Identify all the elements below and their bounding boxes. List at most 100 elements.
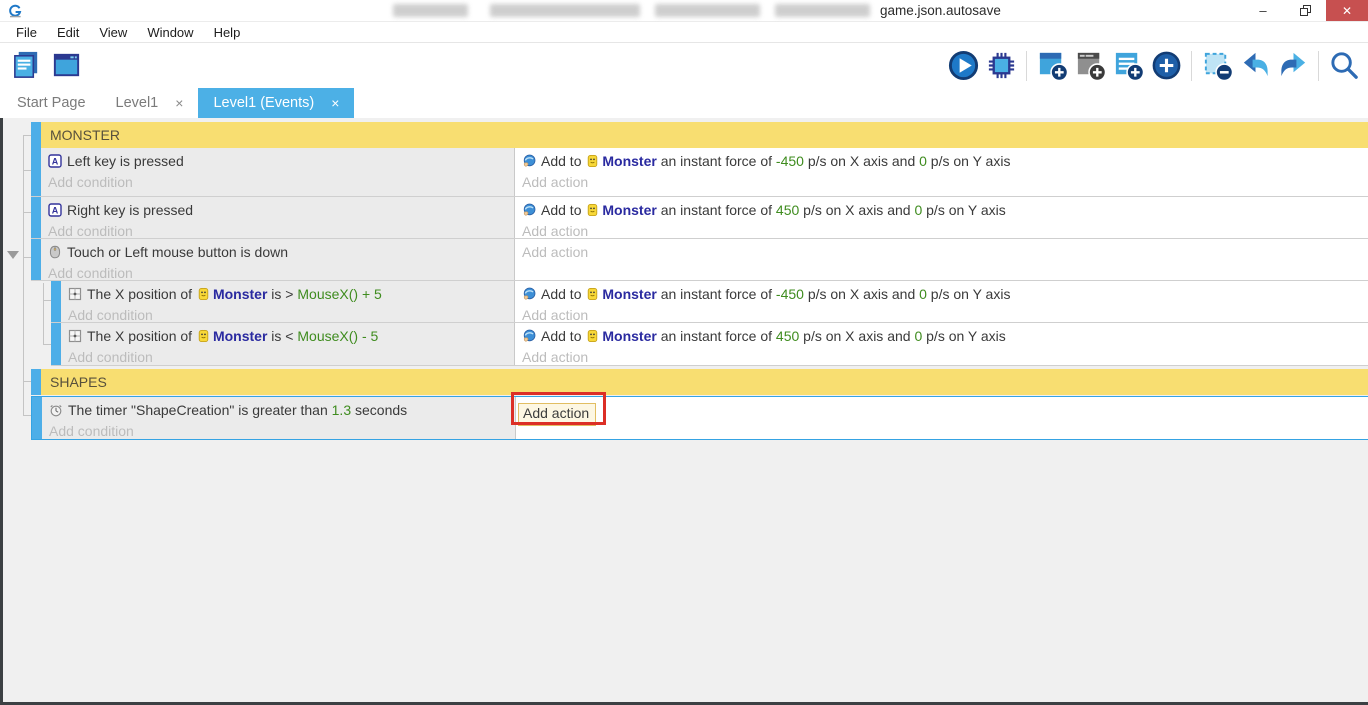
text-segment: p/s on X axis and xyxy=(803,286,920,302)
conditions-cell: The X position of Monster is < MouseX() … xyxy=(61,323,515,365)
event-row[interactable]: The X position of Monster is < MouseX() … xyxy=(51,323,1368,366)
add-condition-link[interactable]: Add condition xyxy=(42,421,515,441)
text-segment: Right key is pressed xyxy=(67,202,194,218)
tree-line xyxy=(23,135,24,415)
tree-line xyxy=(23,135,31,136)
add-condition-link[interactable]: Add condition xyxy=(41,263,514,283)
tab-close-icon[interactable]: × xyxy=(331,95,339,111)
force-icon xyxy=(522,287,536,301)
close-button[interactable]: ✕ xyxy=(1326,0,1368,21)
add-action-link[interactable]: Add action xyxy=(515,347,1368,367)
text-segment: an instant force of xyxy=(656,286,776,302)
text-segment: p/s on Y axis xyxy=(926,153,1011,169)
conditions-cell: The timer "ShapeCreation" is greater tha… xyxy=(42,397,516,439)
action-text[interactable]: Add to Monster an instant force of 450 p… xyxy=(515,326,1368,347)
condition-text[interactable]: The timer "ShapeCreation" is greater tha… xyxy=(42,400,515,421)
add-condition-link[interactable]: Add condition xyxy=(41,172,514,192)
event-row[interactable]: The timer "ShapeCreation" is greater tha… xyxy=(31,396,1368,440)
menu-item-file[interactable]: File xyxy=(6,22,47,43)
title-bar: game.json.autosave – ✕ xyxy=(0,0,1368,22)
group-label: MONSTER xyxy=(41,122,1368,148)
text-segment: Add to xyxy=(541,153,586,169)
add-action-link-highlighted[interactable]: Add action xyxy=(518,403,597,426)
tab-label: Start Page xyxy=(17,95,86,111)
add-condition-link[interactable]: Add condition xyxy=(61,305,514,325)
timer-icon xyxy=(49,403,63,417)
toolbar-separator xyxy=(1318,50,1319,81)
play-icon[interactable] xyxy=(945,48,981,84)
text-segment: -450 xyxy=(775,153,804,169)
event-row[interactable]: Touch or Left mouse button is down Add co… xyxy=(31,239,1368,281)
action-text[interactable]: Add to Monster an instant force of 450 p… xyxy=(515,200,1368,221)
text-segment: Add to xyxy=(541,328,586,344)
debug-icon[interactable] xyxy=(983,48,1019,84)
collapse-expander-icon[interactable] xyxy=(7,251,19,259)
event-group-header[interactable]: SHAPES xyxy=(31,369,1368,395)
add-condition-link[interactable]: Add condition xyxy=(41,221,514,241)
add-action-link[interactable]: Add action xyxy=(515,221,1368,241)
add-custom-event-icon[interactable] xyxy=(1148,48,1184,84)
event-strip xyxy=(31,369,41,395)
menu-item-help[interactable]: Help xyxy=(204,22,251,43)
text-segment: Monster xyxy=(212,328,268,344)
group-label: SHAPES xyxy=(41,369,1368,395)
add-action-link[interactable]: Add action xyxy=(515,172,1368,192)
restore-button[interactable] xyxy=(1284,0,1326,21)
delete-event-icon[interactable] xyxy=(1199,48,1235,84)
condition-text[interactable]: The X position of Monster is < MouseX() … xyxy=(61,326,514,347)
text-segment: The X position of xyxy=(87,328,196,344)
actions-cell: Add to Monster an instant force of -450 … xyxy=(515,281,1368,325)
action-text[interactable]: Add to Monster an instant force of -450 … xyxy=(515,284,1368,305)
text-segment: Monster xyxy=(602,153,657,169)
redo-icon[interactable] xyxy=(1275,48,1311,84)
condition-text[interactable]: A Right key is pressed xyxy=(41,200,514,221)
add-event-icon[interactable] xyxy=(1034,48,1070,84)
menu-item-view[interactable]: View xyxy=(89,22,137,43)
event-row[interactable]: A Right key is pressed Add condition Add to… xyxy=(31,197,1368,239)
text-segment: is > xyxy=(267,286,298,302)
text-segment: 1.3 xyxy=(331,402,352,418)
action-text[interactable]: Add to Monster an instant force of -450 … xyxy=(515,151,1368,172)
text-segment: The timer "ShapeCreation" is greater tha… xyxy=(68,402,332,418)
force-icon xyxy=(522,329,536,343)
event-row[interactable]: The X position of Monster is > MouseX() … xyxy=(51,281,1368,323)
tab-close-icon[interactable]: × xyxy=(175,95,183,111)
add-action-link[interactable]: Add action xyxy=(515,305,1368,325)
add-action-link[interactable]: Add action xyxy=(515,242,1368,262)
text-segment: p/s on Y axis xyxy=(926,286,1011,302)
add-subevent-icon[interactable] xyxy=(1072,48,1108,84)
event-strip xyxy=(31,239,41,280)
text-segment: Monster xyxy=(602,202,657,218)
text-segment: Add to xyxy=(541,286,586,302)
text-segment: MouseX() - 5 xyxy=(297,328,379,344)
event-group-header[interactable]: MONSTER xyxy=(31,122,1368,148)
condition-text[interactable]: The X position of Monster is > MouseX() … xyxy=(61,284,514,305)
add-condition-link[interactable]: Add condition xyxy=(61,347,514,367)
add-comment-icon[interactable] xyxy=(1110,48,1146,84)
condition-text[interactable]: A Left key is pressed xyxy=(41,151,514,172)
text-segment: an instant force of xyxy=(656,153,776,169)
text-segment: -450 xyxy=(775,286,804,302)
monster-icon xyxy=(586,329,599,343)
monster-icon xyxy=(586,287,599,301)
search-icon[interactable] xyxy=(1326,48,1362,84)
toolbar-separator xyxy=(1026,50,1027,81)
menu-item-edit[interactable]: Edit xyxy=(47,22,89,43)
redacted-text xyxy=(490,4,640,17)
tab-start-page[interactable]: Start Page xyxy=(2,88,101,118)
svg-text:A: A xyxy=(52,157,59,167)
menu-item-window[interactable]: Window xyxy=(137,22,203,43)
text-segment: seconds xyxy=(351,402,408,418)
undo-icon[interactable] xyxy=(1237,48,1273,84)
minimize-button[interactable]: – xyxy=(1242,0,1284,21)
condition-text[interactable]: Touch or Left mouse button is down xyxy=(41,242,514,263)
event-row[interactable]: A Left key is pressed Add condition Add to … xyxy=(31,148,1368,197)
project-manager-icon[interactable] xyxy=(8,48,44,84)
redacted-text xyxy=(775,4,870,17)
tab-level1-events-[interactable]: Level1 (Events) × xyxy=(198,88,355,118)
tab-level1[interactable]: Level1 × xyxy=(101,88,199,118)
tab-label: Level1 xyxy=(115,95,159,111)
text-segment: Monster xyxy=(602,286,657,302)
preview-window-icon[interactable] xyxy=(48,48,84,84)
text-segment: p/s on Y axis xyxy=(922,328,1006,344)
